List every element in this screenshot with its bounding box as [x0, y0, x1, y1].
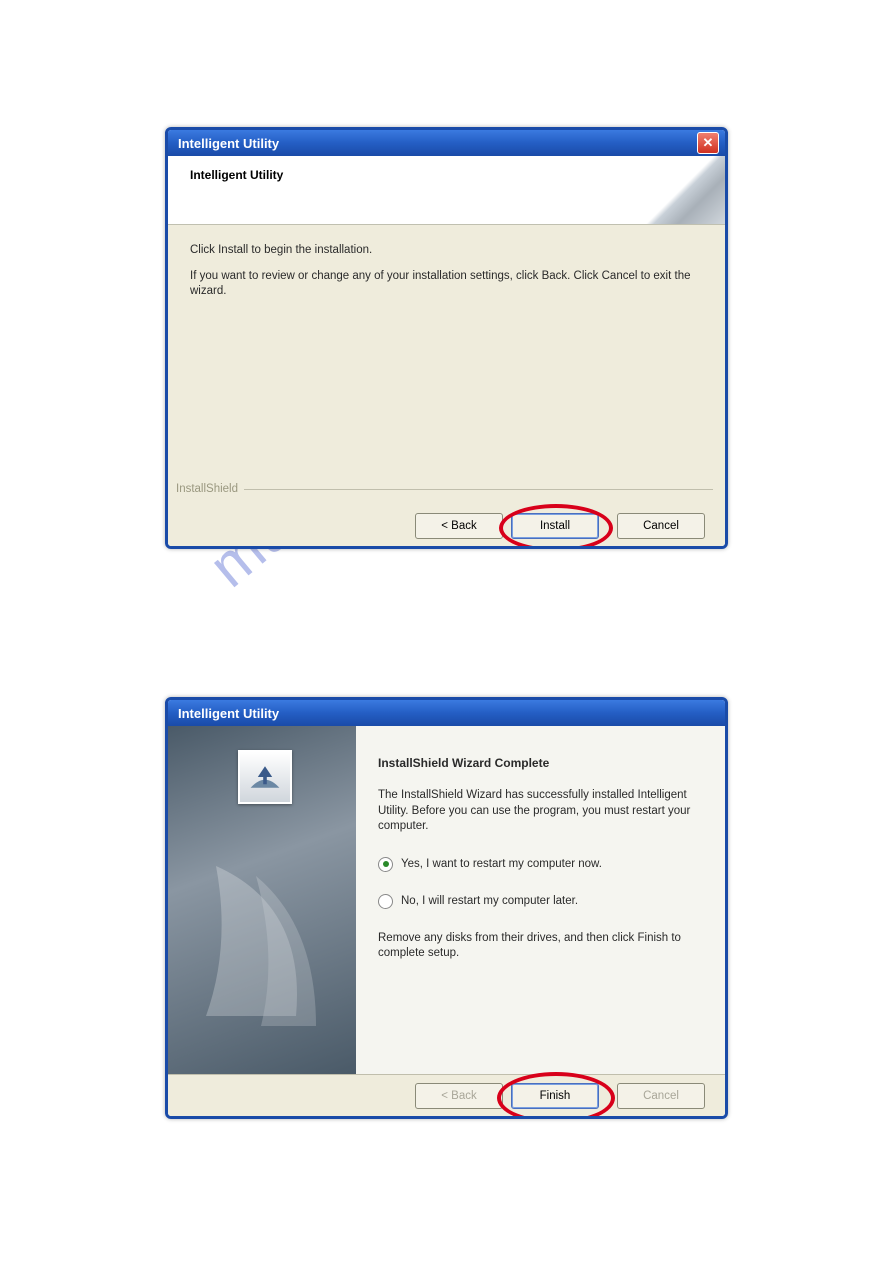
finish-button[interactable]: Finish: [511, 1083, 599, 1109]
restart-now-option[interactable]: Yes, I want to restart my computer now.: [378, 857, 703, 872]
button-panel: < Back Install Cancel: [168, 505, 725, 547]
button-panel: < Back Finish Cancel: [168, 1074, 725, 1117]
install-dialog-ready: Intelligent Utility ✕ Intelligent Utilit…: [165, 127, 728, 549]
sidebar-graphic: [168, 726, 356, 1074]
titlebar[interactable]: Intelligent Utility ✕: [168, 130, 725, 156]
header-panel: Intelligent Utility: [168, 156, 725, 225]
sail-graphic-icon: [186, 856, 336, 1036]
header-subtitle: Intelligent Utility: [190, 168, 283, 182]
main-panel: InstallShield Wizard Complete The Instal…: [356, 726, 725, 1074]
instruction-line2: If you want to review or change any of y…: [190, 269, 703, 300]
divider-line: [244, 489, 713, 490]
restart-later-option[interactable]: No, I will restart my computer later.: [378, 894, 703, 909]
cancel-button[interactable]: Cancel: [617, 513, 705, 539]
window-title: Intelligent Utility: [178, 706, 279, 721]
installer-icon: [238, 750, 292, 804]
dialog-body: InstallShield Wizard Complete The Instal…: [168, 726, 725, 1074]
back-button[interactable]: < Back: [415, 513, 503, 539]
radio-no-label: No, I will restart my computer later.: [401, 895, 578, 907]
titlebar[interactable]: Intelligent Utility: [168, 700, 725, 726]
disc-arrow-icon: [247, 759, 283, 795]
install-dialog-complete: Intelligent Utility InstallShield Wizard…: [165, 697, 728, 1119]
content-panel: Click Install to begin the installation.…: [168, 225, 725, 505]
instruction-line1: Click Install to begin the installation.: [190, 243, 703, 259]
radio-yes-label: Yes, I want to restart my computer now.: [401, 858, 602, 870]
complete-body2: Remove any disks from their drives, and …: [378, 931, 703, 962]
back-button: < Back: [415, 1083, 503, 1109]
radio-no-icon[interactable]: [378, 894, 393, 909]
installshield-brand: InstallShield: [176, 483, 238, 495]
cancel-button: Cancel: [617, 1083, 705, 1109]
radio-yes-icon[interactable]: [378, 857, 393, 872]
complete-heading: InstallShield Wizard Complete: [378, 756, 703, 770]
complete-body1: The InstallShield Wizard has successfull…: [378, 788, 703, 835]
installshield-divider: InstallShield: [176, 483, 713, 495]
install-button[interactable]: Install: [511, 513, 599, 539]
window-title: Intelligent Utility: [178, 136, 279, 151]
page-curl-graphic: [635, 156, 725, 224]
close-icon: ✕: [703, 135, 714, 151]
close-button[interactable]: ✕: [697, 132, 719, 154]
